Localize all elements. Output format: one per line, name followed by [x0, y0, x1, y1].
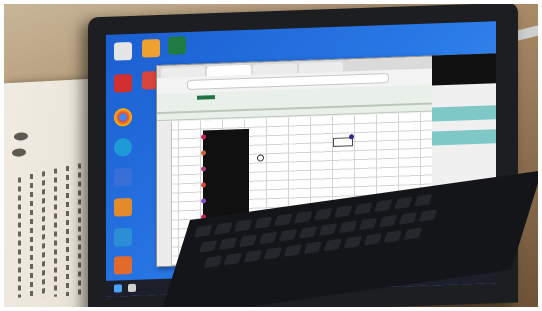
keyboard-key[interactable]: [214, 222, 233, 235]
keyboard-key[interactable]: [363, 233, 383, 246]
keyboard-key[interactable]: [294, 210, 313, 224]
search-icon[interactable]: [128, 283, 136, 293]
keyboard-key[interactable]: [263, 247, 283, 260]
start-icon[interactable]: [114, 284, 122, 293]
teal-band: [432, 105, 496, 122]
photo-border: [538, 0, 542, 311]
browser-tab[interactable]: [253, 63, 297, 75]
keyboard-key[interactable]: [198, 240, 218, 253]
row-header: [157, 121, 172, 267]
book-text-column: [30, 173, 33, 298]
edge-icon[interactable]: [114, 137, 132, 157]
keyboard-key[interactable]: [274, 213, 293, 227]
keyboard-key[interactable]: [414, 193, 433, 207]
keyboard-key[interactable]: [298, 226, 318, 239]
photo-border: [0, 307, 542, 311]
keyboard-key[interactable]: [394, 196, 413, 210]
keyboard-key[interactable]: [323, 238, 343, 252]
teal-band: [432, 129, 496, 146]
book-ornament: [14, 132, 28, 141]
keyboard-key[interactable]: [374, 199, 393, 213]
book-text-column: [42, 171, 45, 298]
app-icon[interactable]: [114, 41, 132, 61]
keyboard-key[interactable]: [194, 224, 213, 238]
app-icon[interactable]: [114, 197, 132, 217]
browser-tab[interactable]: [299, 61, 343, 74]
keyboard-key[interactable]: [358, 217, 378, 231]
keyboard-key[interactable]: [418, 209, 438, 222]
fill-handle[interactable]: [349, 134, 354, 140]
settings-icon[interactable]: [114, 167, 132, 187]
photo-border: [0, 0, 4, 311]
keyboard-key[interactable]: [343, 235, 363, 249]
mouse-cursor: [257, 154, 264, 162]
browser-tab[interactable]: [161, 66, 205, 78]
keyboard-key[interactable]: [238, 234, 258, 248]
browser-tab[interactable]: [207, 64, 251, 77]
keyboard-key[interactable]: [314, 207, 333, 221]
tab-strip: [157, 56, 435, 79]
keyboard-key[interactable]: [218, 237, 238, 250]
keyboard-key[interactable]: [283, 244, 303, 257]
ribbon-toolbar-strip: [157, 102, 435, 115]
keyboard-key[interactable]: [403, 227, 423, 240]
keyboard-key[interactable]: [318, 223, 338, 236]
keyboard-key[interactable]: [303, 241, 323, 255]
folder-icon[interactable]: [142, 38, 160, 58]
book-ornament: [12, 148, 26, 157]
keyboard-key[interactable]: [354, 202, 373, 215]
pdf-icon[interactable]: [114, 73, 132, 93]
keyboard-key[interactable]: [258, 231, 278, 245]
book-text-column: [66, 165, 69, 297]
app-icon[interactable]: [114, 227, 132, 247]
keyboard-key[interactable]: [234, 219, 253, 232]
book-text-column: [54, 168, 57, 297]
keyboard-key[interactable]: [378, 214, 398, 228]
photo-border: [0, 0, 542, 4]
app-icon[interactable]: [114, 255, 132, 275]
keyboard-key[interactable]: [338, 220, 358, 234]
keyboard-key[interactable]: [223, 252, 243, 266]
chrome-icon[interactable]: [114, 107, 132, 127]
window-header: [432, 53, 496, 86]
keyboard-key[interactable]: [334, 205, 353, 218]
keyboard-key[interactable]: [254, 216, 273, 229]
photo-scene: [0, 0, 542, 311]
keyboard-key[interactable]: [278, 228, 298, 242]
keyboard-key[interactable]: [398, 212, 418, 225]
excel-icon[interactable]: [168, 36, 186, 55]
book-text-column: [18, 177, 21, 298]
keyboard-key[interactable]: [203, 255, 223, 269]
keyboard-key[interactable]: [243, 249, 263, 263]
keyboard-key[interactable]: [383, 230, 403, 243]
book-text-column: [78, 163, 81, 296]
ribbon-tab-indicator: [197, 95, 215, 100]
